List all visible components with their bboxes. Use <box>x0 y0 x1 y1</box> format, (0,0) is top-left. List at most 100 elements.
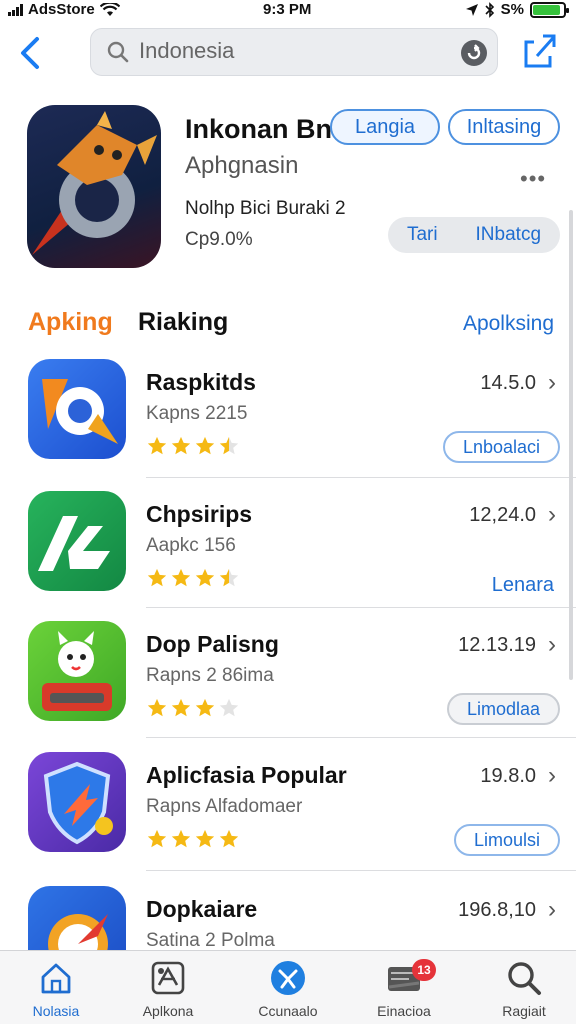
home-icon <box>41 963 71 994</box>
app-action-button[interactable]: Lnboalaci <box>442 431 560 463</box>
app-name: Chpsirips <box>146 501 253 527</box>
divider <box>146 870 576 871</box>
language-button[interactable]: Langia <box>330 109 440 145</box>
carrier-label: AdsStore <box>28 1 95 18</box>
app-name: Dopkaiare <box>146 896 258 922</box>
app-subtitle: Rapns 2 86ima <box>146 665 274 686</box>
tab-label: Ragiait <box>502 1003 546 1019</box>
tab-label: Einacioa <box>377 1003 431 1019</box>
star-full-icon <box>195 829 215 848</box>
chevron-right-icon[interactable]: › <box>548 896 556 924</box>
segment-tari[interactable]: Tari <box>407 224 438 246</box>
app-action-link[interactable]: Lenara <box>491 569 554 601</box>
status-left: AdsStore <box>8 1 120 18</box>
star-rating <box>146 435 240 457</box>
section-title-accent: Apking <box>28 308 113 336</box>
tab-apps[interactable]: Aplkona <box>118 959 218 1023</box>
star-full-icon <box>171 829 191 848</box>
list-item[interactable]: Raspkitds Kapns 2215 14.5.0 › Lnboalaci <box>0 359 576 489</box>
app-icon-aplicfasia-popular[interactable] <box>28 752 126 852</box>
app-action-button[interactable]: Limodlaa <box>446 693 560 725</box>
battery-icon <box>530 1 569 18</box>
battery-fill <box>533 4 560 15</box>
apps-icon <box>151 961 185 995</box>
app-icon-chpsirips[interactable] <box>28 491 126 591</box>
star-full-icon <box>195 436 215 455</box>
list-item[interactable]: Chpsirips Aapkc 156 12,24.0 › Lenara <box>0 491 576 621</box>
divider <box>146 737 576 738</box>
wifi-icon <box>99 2 120 16</box>
location-icon <box>465 3 478 16</box>
app-name: Aplicfasia Popular <box>146 762 347 788</box>
star-rating <box>146 567 240 589</box>
tab-search[interactable]: Ragiait <box>474 959 574 1023</box>
search-icon <box>508 962 541 995</box>
chevron-right-icon[interactable]: › <box>548 369 556 397</box>
app-icon-raspkitds[interactable] <box>28 359 126 459</box>
scrollbar[interactable] <box>569 210 573 680</box>
app-subtitle: Rapns Alfadomaer <box>146 796 303 817</box>
star-full-icon <box>171 436 191 455</box>
search-icon <box>107 41 129 63</box>
chevron-right-icon[interactable]: › <box>548 631 556 659</box>
featured-percent: Cp9.0% <box>185 229 253 250</box>
app-subtitle: Satina 2 Polma <box>146 930 275 950</box>
star-empty-icon <box>219 698 239 717</box>
chevron-right-icon[interactable]: › <box>548 501 556 529</box>
star-full-icon <box>195 568 215 587</box>
star-full-icon <box>171 568 191 587</box>
more-icon[interactable]: ••• <box>520 166 546 192</box>
app-action-button[interactable]: Limoulsi <box>453 824 560 856</box>
app-icon-dopkaiare[interactable] <box>28 886 126 950</box>
star-full-icon <box>219 829 239 848</box>
tab-label: Ccunaalo <box>258 1003 318 1019</box>
app-name: Dop Palisng <box>146 631 279 657</box>
list-item[interactable]: Dop Palisng Rapns 2 86ima 12.13.19 › Lim… <box>0 621 576 751</box>
games-icon <box>271 961 305 995</box>
divider <box>146 477 576 478</box>
status-bar: AdsStore 9:3 PM S% <box>0 0 576 20</box>
chevron-right-icon[interactable]: › <box>548 762 556 790</box>
star-full-icon <box>147 698 167 717</box>
featured-title: Inkonan Bn <box>185 114 332 144</box>
divider <box>146 607 576 608</box>
star-full-icon <box>195 698 215 717</box>
star-full-icon <box>147 436 167 455</box>
search-input[interactable] <box>139 38 439 64</box>
segment-control[interactable]: Tari INbatcg <box>388 217 560 253</box>
share-button[interactable] <box>520 30 558 70</box>
tab-updates[interactable]: 13 Einacioa <box>354 959 454 1023</box>
star-full-icon <box>147 829 167 848</box>
tab-home[interactable]: Nolasia <box>6 959 106 1023</box>
tab-bar: Nolasia Aplkona Ccunaalo 13 Einacioa Rag… <box>0 950 576 1024</box>
star-full-icon <box>171 698 191 717</box>
featured-meta: Nolhp Bici Buraki 2 <box>185 198 346 219</box>
star-rating <box>146 697 240 719</box>
signal-icon <box>8 3 23 16</box>
back-button[interactable] <box>18 36 48 70</box>
app-icon-dop-palisng[interactable] <box>28 621 126 721</box>
list-item[interactable]: Aplicfasia Popular Rapns Alfadomaer 19.8… <box>0 752 576 882</box>
app-subtitle: Aapkc 156 <box>146 535 236 556</box>
app-subtitle: Kapns 2215 <box>146 403 248 424</box>
tab-games[interactable]: Ccunaalo <box>238 959 338 1023</box>
search-bar[interactable] <box>90 28 498 76</box>
app-version: 12,24.0 <box>469 504 536 526</box>
tab-label: Nolasia <box>32 1003 80 1019</box>
badge-count: 13 <box>412 959 436 981</box>
chevron-left-icon <box>21 37 39 69</box>
app-version: 12.13.19 <box>458 634 536 656</box>
share-icon <box>524 34 556 68</box>
install-button[interactable]: Inltasing <box>448 109 560 145</box>
battery-percent: S% <box>500 1 524 18</box>
app-version: 19.8.0 <box>480 765 536 787</box>
clear-icon[interactable] <box>461 40 487 66</box>
app-version: 196.8,10 <box>458 899 536 921</box>
segment-inbatcg[interactable]: INbatcg <box>476 224 541 246</box>
featured-app-icon[interactable] <box>27 105 161 268</box>
app-version: 14.5.0 <box>480 372 536 394</box>
list-item[interactable]: Dopkaiare Satina 2 Polma 196.8,10 › <box>0 886 576 950</box>
star-full-icon <box>147 568 167 587</box>
section-see-all-link[interactable]: Apolksing <box>463 312 554 336</box>
featured-subtitle: Aphgnasin <box>185 152 299 179</box>
